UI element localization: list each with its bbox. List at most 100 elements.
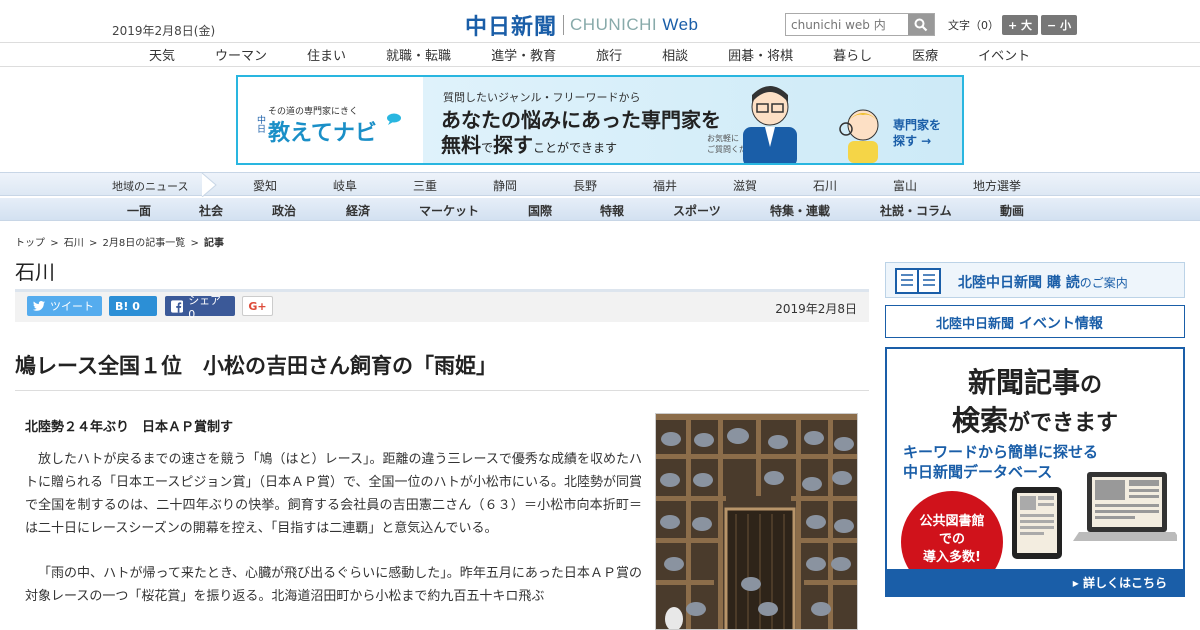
article-photo-pigeon-loft[interactable] — [655, 413, 858, 630]
facebook-share-button[interactable]: シェア 0 — [165, 294, 235, 321]
speech-bubble-icon — [387, 113, 401, 125]
nav-item-medical[interactable]: 医療 — [912, 45, 938, 64]
section-title: 石川 — [15, 260, 55, 284]
google-plus-button[interactable]: G+ — [242, 296, 273, 316]
article-body: 放したハトが戻るまでの速さを競う「鳩（はと）レース」。距離の違う三レースで優秀な… — [25, 448, 642, 630]
region-item-shizuoka[interactable]: 静岡 — [493, 177, 573, 194]
category-special-report[interactable]: 特報 — [600, 202, 673, 219]
breadcrumb-sep: > — [88, 238, 98, 249]
region-item-shiga[interactable]: 滋賀 — [733, 177, 813, 194]
site-search — [785, 13, 935, 36]
banner-line-1: 質問したいジャンル・フリーワードから — [443, 91, 641, 104]
region-item-nagano[interactable]: 長野 — [573, 177, 653, 194]
region-item-mie[interactable]: 三重 — [413, 177, 493, 194]
event-info-banner[interactable]: 北陸中日新聞 イベント情報 — [885, 305, 1185, 338]
breadcrumb-sep: > — [190, 238, 199, 249]
category-international[interactable]: 国際 — [528, 202, 600, 219]
search-button[interactable] — [908, 14, 934, 35]
banner-brand-prefix: 中日 — [255, 115, 265, 133]
category-market[interactable]: マーケット — [419, 202, 528, 219]
category-features[interactable]: 特集・連載 — [770, 202, 880, 219]
article-paragraph: 「雨の中、ハトが帰って来たとき、心臓が飛び出るぐらいに感動した」。昨年五月にあっ… — [25, 566, 642, 604]
breadcrumb: トップ > 石川 > 2月8日の記事一覧 > 記事 — [15, 234, 226, 249]
tweet-button[interactable]: ツイート — [27, 296, 102, 316]
category-sports[interactable]: スポーツ — [673, 202, 770, 219]
search-input[interactable] — [786, 14, 908, 35]
category-society[interactable]: 社会 — [199, 202, 272, 219]
breadcrumb-top[interactable]: トップ — [15, 238, 45, 249]
subscription-banner[interactable]: 北陸中日新聞 購 読のご案内 — [885, 262, 1185, 298]
site-logo[interactable]: 中日新聞 CHUNICHI Web — [465, 9, 699, 41]
region-item-gifu[interactable]: 岐阜 — [333, 177, 413, 194]
region-item-toyama[interactable]: 富山 — [893, 177, 973, 194]
child-illustration — [839, 109, 879, 163]
font-size-controls: 文字（0） + 大 − 小 — [948, 15, 1078, 35]
category-politics[interactable]: 政治 — [272, 202, 346, 219]
search-icon — [914, 18, 928, 31]
nav-item-jobs[interactable]: 就職・転職 — [386, 45, 451, 64]
region-list: 愛知 岐阜 三重 静岡 長野 福井 滋賀 石川 富山 地方選挙 — [253, 177, 1053, 194]
article-subhead: 北陸勢２４年ぶり 日本ＡＰ賞制す — [25, 420, 234, 435]
oshiete-navi-banner[interactable]: その道の専門家にきく 中日 教えてナビ 質問したいジャンル・フリーワードから あ… — [236, 75, 964, 165]
category-video[interactable]: 動画 — [1000, 202, 1024, 219]
region-item-aichi[interactable]: 愛知 — [253, 177, 333, 194]
nav-item-weather[interactable]: 天気 — [149, 45, 175, 64]
breadcrumb-ishikawa[interactable]: 石川 — [64, 238, 84, 249]
category-list: 一面 社会 政治 経済 マーケット 国際 特報 スポーツ 特集・連載 社説・コラ… — [127, 202, 1024, 219]
breadcrumb-current: 記事 — [204, 238, 225, 249]
database-subline-1: キーワードから簡単に探せる — [903, 443, 1099, 461]
nav-item-advice[interactable]: 相談 — [662, 45, 688, 64]
article-date: 2019年2月8日 — [775, 302, 857, 316]
share-bar: ツイート B! 0 シェア 0 G+ 2019年2月8日 — [15, 289, 869, 322]
find-expert-button[interactable]: 専門家を 探す → — [893, 117, 941, 149]
nav-item-living[interactable]: 暮らし — [833, 45, 872, 64]
database-headline-1: 新聞記事の — [967, 366, 1103, 399]
top-bar: 2019年2月8日(金) 中日新聞 CHUNICHI Web 文字（0） + 大… — [0, 0, 1200, 42]
article-headline: 鳩レース全国１位 小松の吉田さん飼育の「雨姫」 — [15, 354, 497, 378]
category-editorials[interactable]: 社説・コラム — [880, 202, 1000, 219]
article-database-banner[interactable]: 新聞記事の 検索ができます キーワードから簡単に探せる 中日新聞データベース 公… — [885, 347, 1185, 597]
breadcrumb-sep: > — [50, 238, 59, 249]
region-item-ishikawa[interactable]: 石川 — [813, 177, 893, 194]
region-item-local-elections[interactable]: 地方選挙 — [973, 177, 1053, 194]
newspaper-reader-icon — [895, 268, 941, 294]
logo-roman: CHUNICHI Web — [570, 15, 699, 34]
breadcrumb-daily-list[interactable]: 2月8日の記事一覧 — [103, 238, 186, 249]
logo-kanji: 中日新聞 — [465, 15, 558, 40]
region-nav: 地域のニュース 愛知 岐阜 三重 静岡 長野 福井 滋賀 石川 富山 地方選挙 — [0, 172, 1200, 197]
category-front-page[interactable]: 一面 — [127, 202, 199, 219]
nav-item-woman[interactable]: ウーマン — [215, 45, 267, 64]
current-date: 2019年2月8日(金) — [112, 24, 216, 38]
tweet-label: ツイート — [50, 300, 94, 313]
category-nav: 一面 社会 政治 経済 マーケット 国際 特報 スポーツ 特集・連載 社説・コラ… — [0, 198, 1200, 221]
expert-illustration — [743, 86, 797, 163]
nav-item-go-shogi[interactable]: 囲碁・将棋 — [728, 45, 793, 64]
database-headline-2: 検索ができます — [951, 404, 1119, 437]
banner-message-panel: 質問したいジャンル・フリーワードから あなたの悩みにあった専門家を 無料で探すこ… — [423, 77, 962, 163]
nav-item-housing[interactable]: 住まい — [307, 45, 346, 64]
service-nav: 天気 ウーマン 住まい 就職・転職 進学・教育 旅行 相談 囲碁・将棋 暮らし … — [0, 42, 1200, 67]
category-economy[interactable]: 経済 — [346, 202, 419, 219]
region-item-fukui[interactable]: 福井 — [653, 177, 733, 194]
facebook-icon — [171, 299, 184, 313]
nav-item-events[interactable]: イベント — [978, 45, 1030, 64]
chevron-right-icon — [201, 173, 217, 197]
pigeon-loft-image — [656, 414, 857, 629]
nav-item-travel[interactable]: 旅行 — [596, 45, 622, 64]
banner-brand: 教えてナビ — [268, 121, 377, 146]
logo-separator — [563, 15, 565, 35]
font-size-label: 文字（0） — [948, 19, 999, 32]
facebook-label: シェア 0 — [188, 293, 222, 321]
banner-line-3: 無料で探すことができます — [441, 133, 618, 157]
devices-illustration — [1012, 472, 1177, 559]
hatena-label: B! 0 — [115, 299, 140, 313]
font-increase-button[interactable]: + 大 — [1002, 15, 1039, 35]
hatena-bookmark-button[interactable]: B! 0 — [109, 296, 157, 316]
nav-item-education[interactable]: 進学・教育 — [491, 45, 556, 64]
subscription-text: 北陸中日新聞 購 読のご案内 — [958, 275, 1128, 291]
twitter-icon — [33, 301, 45, 311]
font-decrease-button[interactable]: − 小 — [1041, 15, 1078, 35]
banner-brand-panel: その道の専門家にきく 中日 教えてナビ — [238, 77, 423, 163]
article-paragraph: 放したハトが戻るまでの速さを競う「鳩（はと）レース」。距離の違う三レースで優秀な… — [25, 452, 642, 536]
database-details-link[interactable]: ▸ 詳しくはこちら — [887, 569, 1183, 595]
